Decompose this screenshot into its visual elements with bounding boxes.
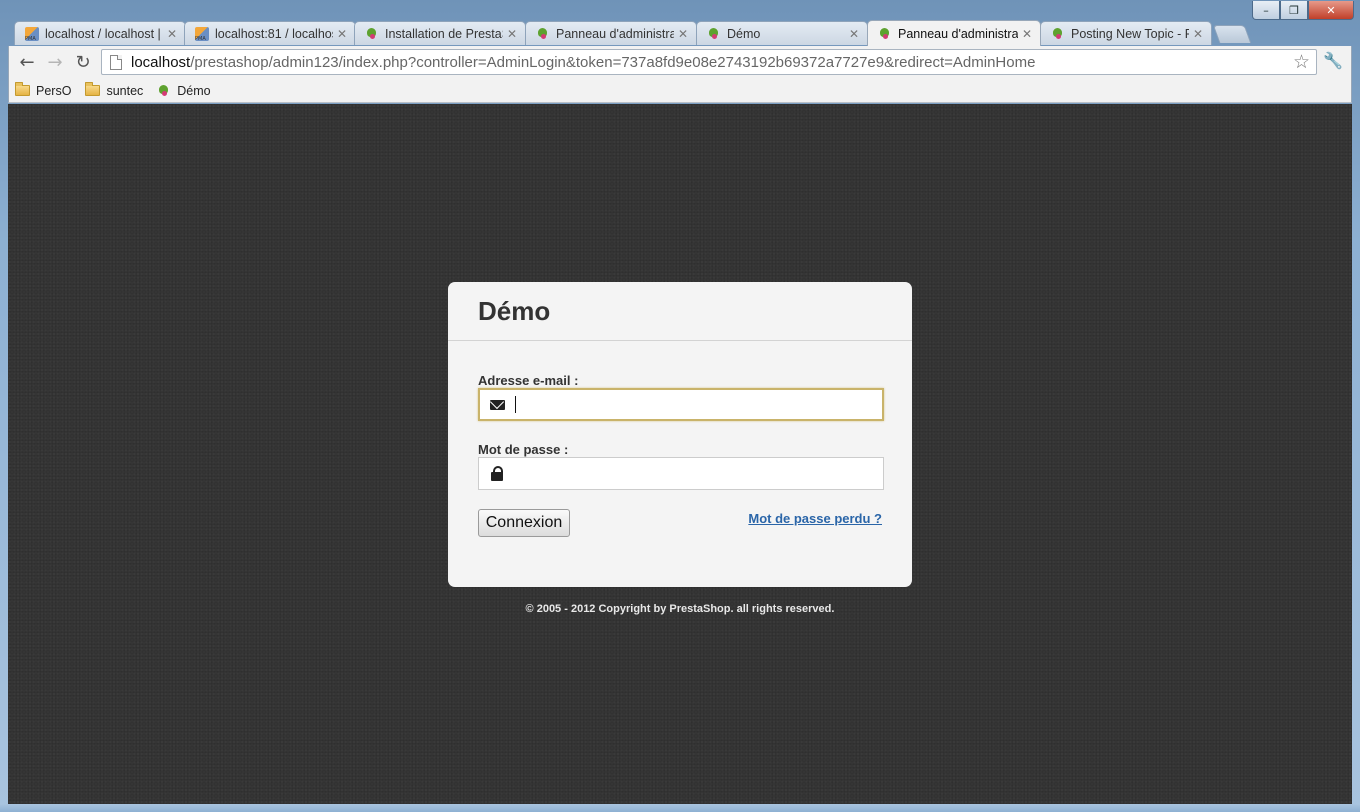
new-tab-button[interactable] xyxy=(1212,25,1252,43)
window-controls: – ❐ ✕ xyxy=(1252,1,1354,21)
bookmark-label: suntec xyxy=(106,83,144,98)
close-tab-icon[interactable]: ✕ xyxy=(337,27,347,41)
prestashop-icon xyxy=(1051,27,1065,41)
close-tab-icon[interactable]: ✕ xyxy=(507,27,517,41)
tab-label: Installation de PrestaSh xyxy=(385,26,503,41)
tab-label: Posting New Topic - Pr xyxy=(1071,26,1189,41)
copyright-text: © 2005 - 2012 Copyright by PrestaShop. a… xyxy=(525,603,835,615)
browser-tab[interactable]: Posting New Topic - Pr ✕ xyxy=(1040,21,1212,45)
folder-icon xyxy=(85,82,101,96)
folder-icon xyxy=(15,82,30,96)
close-window-button[interactable]: ✕ xyxy=(1308,1,1354,20)
login-button[interactable]: Connexion xyxy=(478,509,570,537)
divider xyxy=(448,340,912,341)
envelope-icon xyxy=(490,399,505,410)
maximize-button[interactable]: ❐ xyxy=(1280,1,1308,20)
prestashop-icon xyxy=(878,27,892,41)
reload-button[interactable]: ↻ xyxy=(71,51,95,73)
password-label: Mot de passe : xyxy=(478,442,569,457)
email-field[interactable] xyxy=(478,388,884,421)
phpmyadmin-icon xyxy=(195,26,209,42)
tab-label: localhost / localhost | ph xyxy=(45,26,163,41)
tab-label: localhost:81 / localhost xyxy=(215,26,333,41)
url-path: /prestashop/admin123/index.php?controlle… xyxy=(190,53,1036,71)
browser-tab[interactable]: Panneau d'administrati ✕ xyxy=(525,21,697,45)
prestashop-icon xyxy=(707,27,721,41)
email-label: Adresse e-mail : xyxy=(478,373,579,388)
prestashop-icon xyxy=(536,27,550,41)
forward-arrow-icon: → xyxy=(47,51,63,73)
back-button[interactable]: ← xyxy=(15,51,39,73)
lost-password-link[interactable]: Mot de passe perdu ? xyxy=(748,511,882,526)
browser-tab[interactable]: Démo ✕ xyxy=(696,21,868,45)
bookmarks-bar: PersO suntec Démo xyxy=(8,79,1352,103)
lock-icon xyxy=(490,466,504,481)
browser-tab[interactable]: Installation de PrestaSh ✕ xyxy=(354,21,526,45)
forward-button[interactable]: → xyxy=(43,51,67,73)
browser-tab-active[interactable]: Panneau d'administrati ✕ xyxy=(867,20,1041,46)
address-bar[interactable]: localhost/prestashop/admin123/index.php?… xyxy=(101,49,1317,75)
close-tab-icon[interactable]: ✕ xyxy=(1022,27,1032,41)
login-title: Démo xyxy=(478,296,551,326)
window-frame-bottom xyxy=(0,804,1360,812)
bookmark-label: PersO xyxy=(36,83,72,98)
password-field[interactable] xyxy=(478,457,884,490)
close-tab-icon[interactable]: ✕ xyxy=(849,27,859,41)
bookmark-folder-suntec[interactable]: suntec xyxy=(85,82,144,98)
browser-tab[interactable]: localhost / localhost | ph ✕ xyxy=(14,21,186,45)
bookmark-star-icon[interactable]: ☆ xyxy=(1293,51,1310,73)
tab-label: Panneau d'administrati xyxy=(556,26,674,41)
minimize-button[interactable]: – xyxy=(1252,1,1280,20)
prestashop-icon xyxy=(157,84,171,98)
close-tab-icon[interactable]: ✕ xyxy=(678,27,688,41)
browser-toolbar: ← → ↻ localhost/prestashop/admin123/inde… xyxy=(8,46,1352,79)
close-tab-icon[interactable]: ✕ xyxy=(1193,27,1203,41)
bookmark-label: Démo xyxy=(177,83,211,98)
bookmark-folder-perso[interactable]: PersO xyxy=(15,82,72,98)
back-arrow-icon: ← xyxy=(19,51,35,73)
page-icon xyxy=(110,54,122,70)
bookmark-demo[interactable]: Démo xyxy=(157,83,211,98)
login-panel: Démo Adresse e-mail : Mot de passe : Con… xyxy=(448,282,912,587)
tab-label: Panneau d'administrati xyxy=(898,26,1018,41)
page-content: Démo Adresse e-mail : Mot de passe : Con… xyxy=(8,104,1352,804)
password-input[interactable] xyxy=(504,458,883,489)
prestashop-icon xyxy=(365,27,379,41)
reload-icon: ↻ xyxy=(75,51,91,73)
url-host: localhost xyxy=(131,53,191,71)
close-tab-icon[interactable]: ✕ xyxy=(167,27,177,41)
phpmyadmin-icon xyxy=(25,26,39,42)
tab-strip: localhost / localhost | ph ✕ localhost:8… xyxy=(10,20,1360,46)
browser-tab[interactable]: localhost:81 / localhost ✕ xyxy=(184,21,356,45)
browser-window: – ❐ ✕ localhost / localhost | ph ✕ local… xyxy=(0,0,1360,812)
email-input[interactable] xyxy=(516,390,882,419)
wrench-menu-icon[interactable]: 🔧 xyxy=(1323,51,1343,70)
tab-label: Démo xyxy=(727,26,761,41)
